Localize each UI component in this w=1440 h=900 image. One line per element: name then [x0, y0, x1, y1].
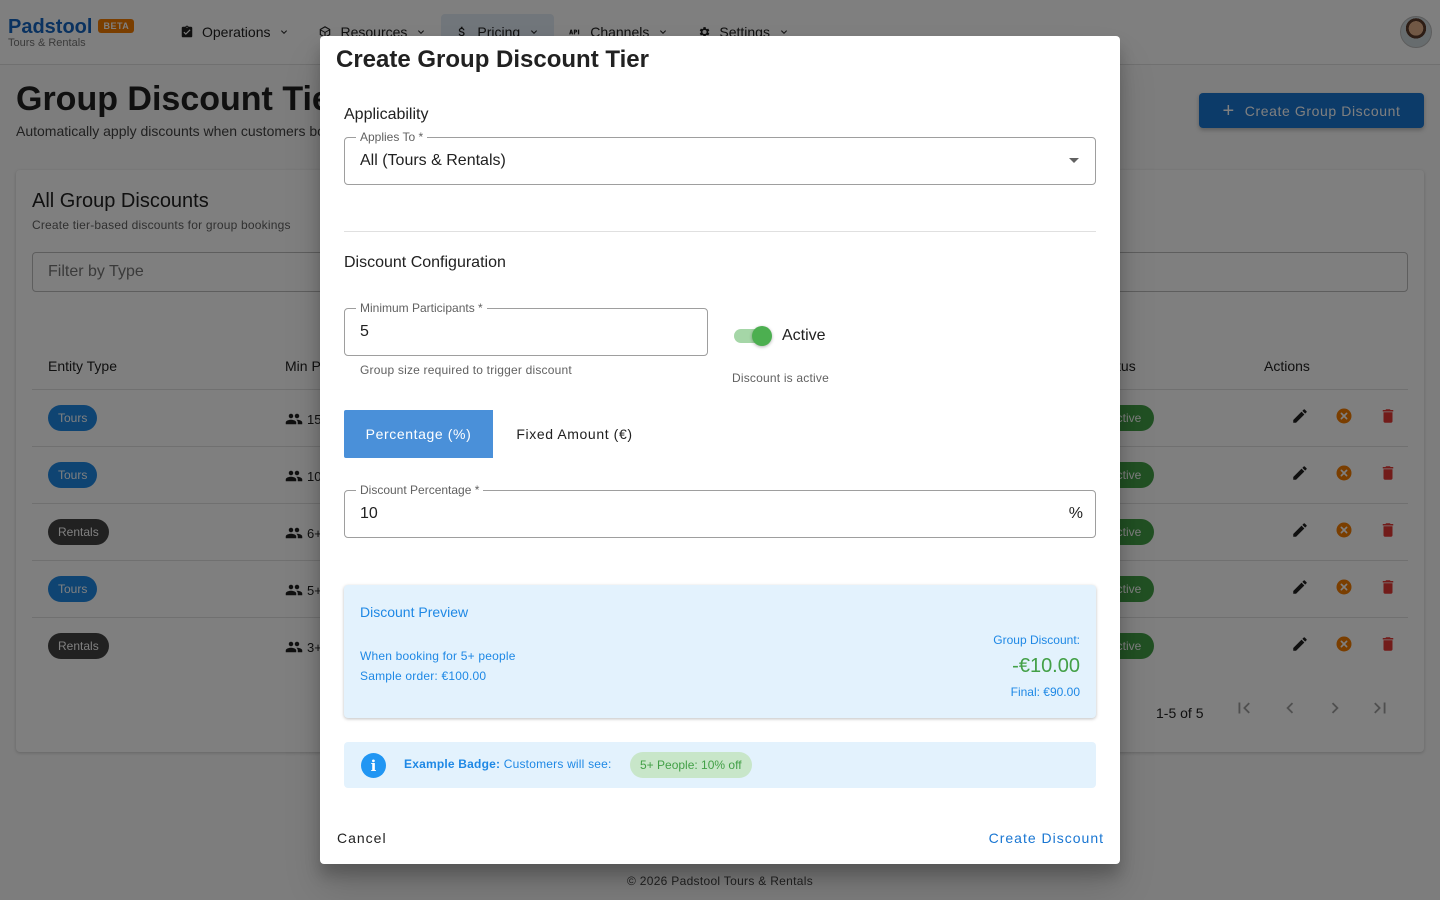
applicability-heading: Applicability: [344, 106, 429, 123]
minimum-participants-value: 5: [360, 323, 369, 340]
example-badge-desc: Customers will see:: [503, 757, 612, 771]
minimum-participants-helper: Group size required to trigger discount: [360, 363, 572, 377]
info-icon: i: [361, 753, 386, 778]
preview-group-discount-label: Group Discount:: [993, 633, 1080, 647]
minimum-participants-label: Minimum Participants *: [356, 301, 487, 315]
percentage-toggle-button[interactable]: Percentage (%): [344, 410, 493, 458]
cancel-button[interactable]: Cancel: [337, 830, 387, 846]
create-discount-dialog: Create Group Discount Tier Applicability…: [320, 36, 1120, 864]
example-discount-badge: 5+ People: 10% off: [630, 752, 752, 778]
preview-title: Discount Preview: [360, 604, 469, 620]
create-discount-button[interactable]: Create Discount: [989, 830, 1104, 846]
example-badge-text: Example Badge: Customers will see:: [404, 757, 612, 771]
active-helper: Discount is active: [732, 371, 829, 385]
applies-to-select[interactable]: Applies To * All (Tours & Rentals): [344, 130, 1096, 185]
minimum-participants-field[interactable]: Minimum Participants * 5: [344, 301, 708, 356]
percent-suffix: %: [1068, 505, 1083, 522]
discount-preview-panel: Discount Preview When booking for 5+ peo…: [344, 585, 1096, 718]
preview-discount-amount: -€10.00: [1012, 655, 1080, 677]
preview-sample-order: Sample order: €100.00: [360, 669, 487, 683]
dropdown-arrow-icon: [1069, 158, 1079, 163]
discount-percentage-value: 10: [360, 505, 378, 522]
active-switch-label: Active: [782, 327, 826, 344]
dialog-title: Create Group Discount Tier: [336, 46, 649, 73]
discount-percentage-field[interactable]: Discount Percentage * 10 %: [344, 483, 1096, 538]
preview-final-price: Final: €90.00: [1010, 685, 1080, 699]
applies-to-value: All (Tours & Rentals): [360, 152, 506, 169]
fixed-amount-toggle-button[interactable]: Fixed Amount (€): [493, 410, 656, 458]
section-divider: [344, 231, 1096, 232]
preview-group-size: When booking for 5+ people: [360, 649, 516, 663]
active-switch-thumb[interactable]: [752, 326, 772, 346]
example-badge-info: i Example Badge: Customers will see: 5+ …: [344, 742, 1096, 788]
discount-configuration-heading: Discount Configuration: [344, 254, 506, 271]
example-badge-strong: Example Badge:: [404, 757, 501, 771]
